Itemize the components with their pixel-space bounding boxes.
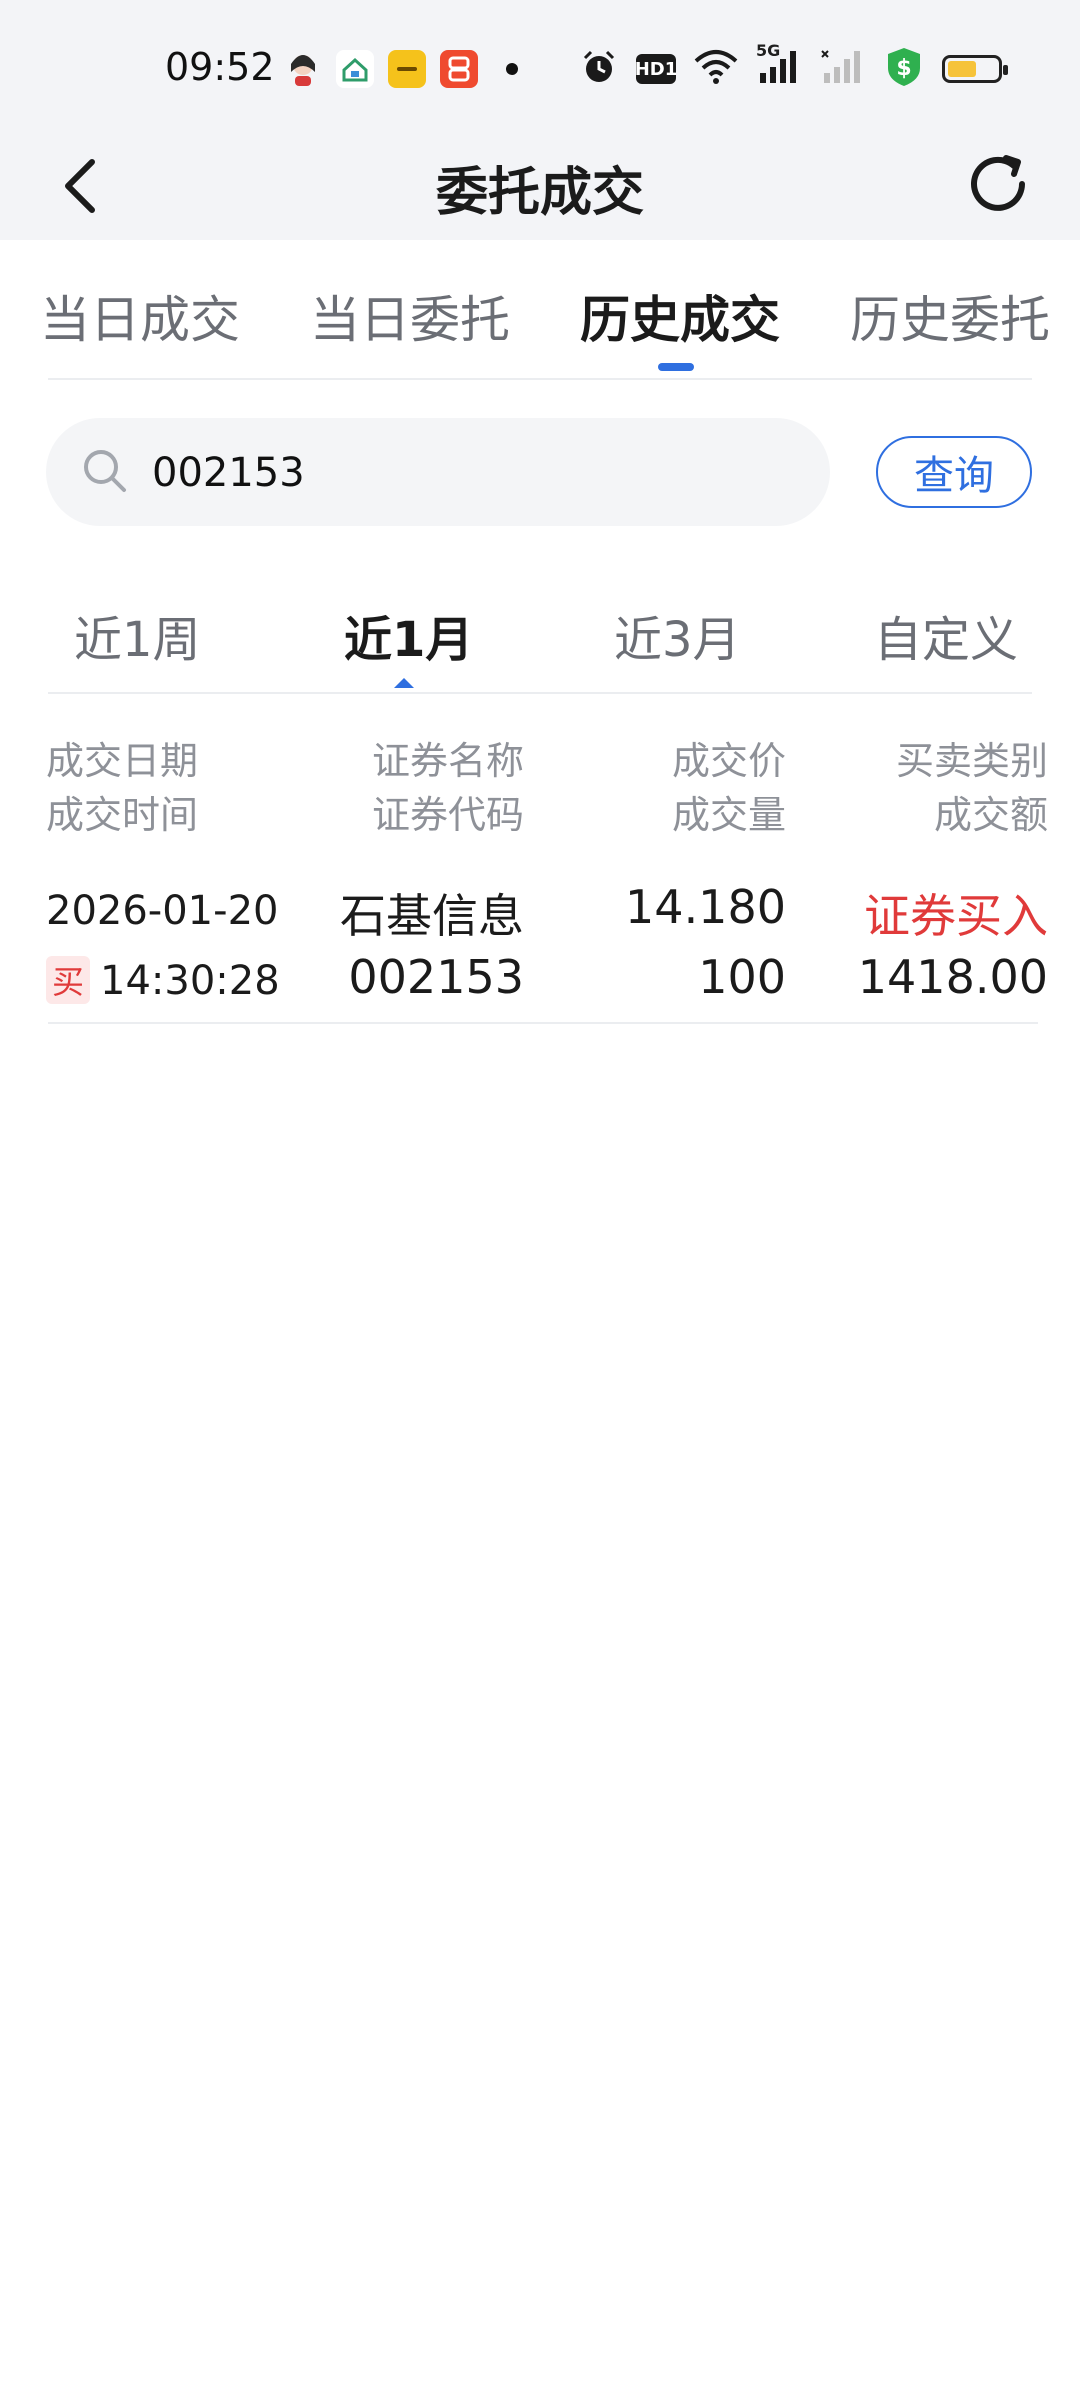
search-input[interactable] bbox=[150, 444, 754, 502]
column-header-price-volume: 成交价 成交量 bbox=[672, 734, 786, 842]
trade-date: 2026-01-20 bbox=[46, 888, 279, 934]
column-header-volume: 成交量 bbox=[671, 793, 786, 837]
buy-tag: 买 bbox=[46, 956, 90, 1004]
main-tabs: 当日成交 当日委托 历史成交 历史委托 bbox=[0, 240, 1080, 380]
refresh-icon bbox=[971, 155, 1025, 211]
security-name: 石基信息 bbox=[340, 889, 524, 943]
system-icons: HD1 5G $ bbox=[580, 41, 1008, 92]
svg-text:$: $ bbox=[896, 56, 911, 81]
tab-history-orders[interactable]: 历史委托 bbox=[850, 280, 1050, 352]
shield-dollar-icon: $ bbox=[884, 46, 924, 92]
signal-icon bbox=[820, 49, 866, 89]
divider bbox=[48, 1022, 1038, 1024]
column-header-date: 成交日期 bbox=[46, 739, 199, 783]
status-bar: 09:52 HD1 5G $ bbox=[0, 0, 1080, 140]
tab-active-indicator bbox=[658, 363, 694, 371]
smart-home-icon bbox=[336, 50, 374, 88]
period-tab-1-week[interactable]: 近1周 bbox=[74, 600, 201, 670]
trade-time: 14:30:28 bbox=[100, 958, 280, 1004]
security-code: 002153 bbox=[348, 950, 524, 1004]
header: 委托成交 bbox=[0, 140, 1080, 240]
tab-today-deals[interactable]: 当日成交 bbox=[40, 280, 240, 352]
column-header-amount: 成交额 bbox=[933, 793, 1048, 837]
column-header-type: 买卖类别 bbox=[895, 739, 1048, 783]
wifi-icon bbox=[694, 49, 738, 89]
column-header-time: 成交时间 bbox=[46, 793, 199, 837]
battery-icon bbox=[942, 55, 1008, 83]
network-label: 5G bbox=[756, 41, 781, 60]
trade-amount: 1418.00 bbox=[857, 950, 1048, 1004]
page-title: 委托成交 bbox=[435, 163, 644, 223]
search-box[interactable] bbox=[46, 418, 830, 526]
tab-history-deals[interactable]: 历史成交 bbox=[580, 280, 780, 352]
status-time: 09:52 bbox=[165, 45, 275, 89]
divider bbox=[48, 378, 1032, 380]
alarm-icon bbox=[580, 48, 618, 90]
avatar-notification-icon bbox=[284, 50, 322, 88]
table-row[interactable]: 2026-01-20 买 14:30:28 石基信息 002153 14.180… bbox=[0, 860, 1080, 1020]
trade-type: 证券买入 bbox=[864, 889, 1048, 943]
period-active-indicator bbox=[394, 678, 414, 688]
column-header-type-amount: 买卖类别 成交额 bbox=[896, 734, 1048, 842]
period-tabs: 近1周 近1月 近3月 自定义 bbox=[0, 580, 1080, 690]
column-header-price: 成交价 bbox=[671, 739, 786, 783]
more-notifications-dot bbox=[506, 63, 518, 75]
signal-5g-icon: 5G bbox=[756, 41, 802, 89]
app-store-icon bbox=[440, 50, 478, 88]
query-button[interactable]: 查询 bbox=[876, 436, 1032, 508]
divider bbox=[48, 692, 1032, 694]
tab-today-orders[interactable]: 当日委托 bbox=[310, 280, 510, 352]
notification-icons bbox=[284, 50, 518, 88]
column-header-date-time: 成交日期 成交时间 bbox=[46, 734, 198, 842]
period-tab-1-month[interactable]: 近1月 bbox=[344, 600, 473, 670]
period-tab-3-months[interactable]: 近3月 bbox=[614, 600, 741, 670]
trade-price: 14.180 bbox=[625, 880, 786, 934]
search-icon bbox=[84, 450, 126, 492]
column-header-name-code: 证券名称 证券代码 bbox=[372, 734, 524, 842]
refresh-button[interactable] bbox=[958, 144, 1038, 224]
trade-volume: 100 bbox=[698, 950, 786, 1004]
period-tab-custom[interactable]: 自定义 bbox=[874, 600, 1018, 670]
battery-level bbox=[948, 61, 976, 77]
realme-icon bbox=[388, 50, 426, 88]
hd-icon: HD1 bbox=[635, 54, 677, 84]
column-header-code: 证券代码 bbox=[371, 793, 524, 837]
column-header-name: 证券名称 bbox=[371, 739, 524, 783]
